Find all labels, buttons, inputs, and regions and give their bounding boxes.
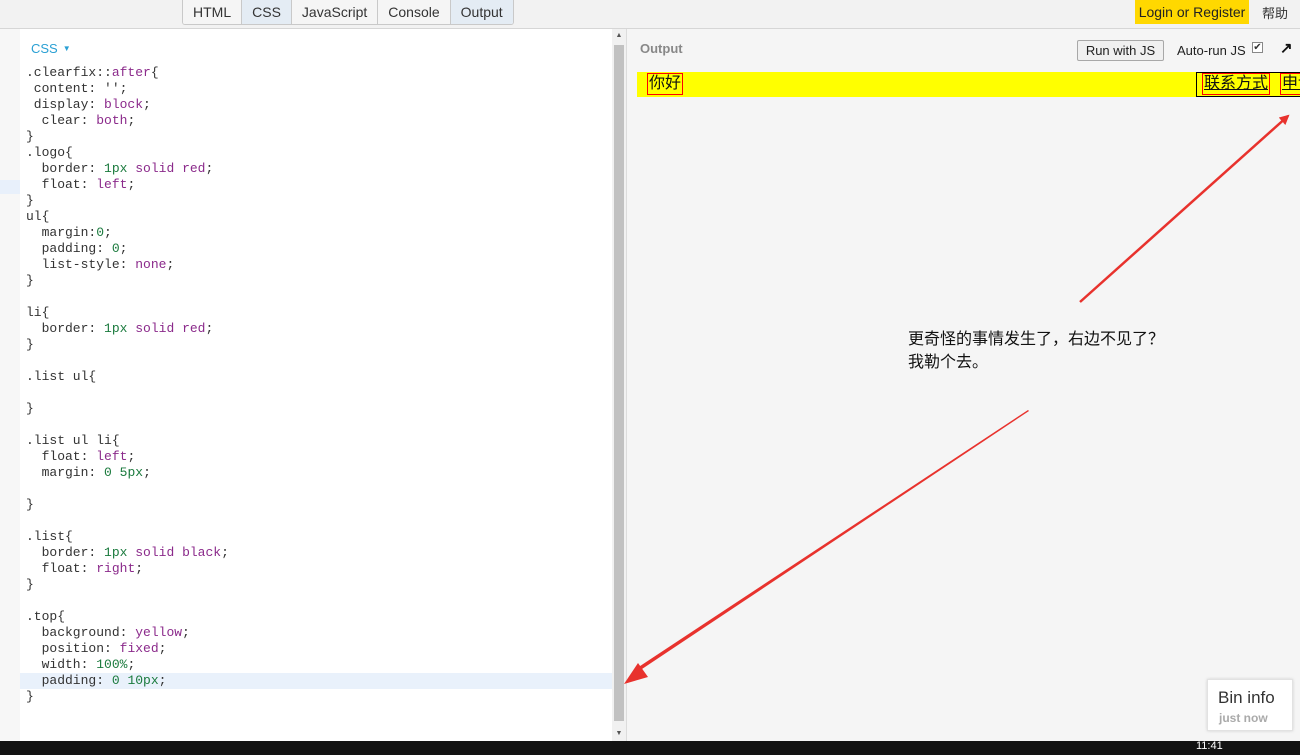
code-line[interactable]: position: fixed; bbox=[20, 641, 612, 657]
login-register-button[interactable]: Login or Register bbox=[1135, 0, 1249, 24]
scroll-thumb[interactable] bbox=[614, 45, 624, 721]
code-line[interactable] bbox=[20, 385, 612, 401]
code-line[interactable]: } bbox=[20, 337, 612, 353]
code-line[interactable]: list-style: none; bbox=[20, 257, 612, 273]
code-line[interactable] bbox=[20, 513, 612, 529]
code-line[interactable]: margin:0; bbox=[20, 225, 612, 241]
code-line[interactable]: .top{ bbox=[20, 609, 612, 625]
code-line[interactable]: background: yellow; bbox=[20, 625, 612, 641]
annotation-text: 更奇怪的事情发生了，右边不见了？ 我勒个去。 bbox=[908, 327, 1164, 373]
code-line[interactable]: } bbox=[20, 401, 612, 417]
code-line[interactable]: display: block; bbox=[20, 97, 612, 113]
tab-html[interactable]: HTML bbox=[183, 0, 243, 24]
preview-logo: 你好 bbox=[647, 73, 684, 95]
gutter-marker bbox=[0, 180, 20, 194]
code-line[interactable]: } bbox=[20, 689, 612, 705]
annotation-line-1: 更奇怪的事情发生了，右边不见了？ bbox=[908, 329, 1165, 348]
code-line[interactable]: width: 100%; bbox=[20, 657, 612, 673]
code-line[interactable]: } bbox=[20, 577, 612, 593]
preview-list-item-apply[interactable]: 申请 bbox=[1280, 73, 1300, 95]
code-line[interactable]: } bbox=[20, 193, 612, 209]
code-line[interactable]: .logo{ bbox=[20, 145, 612, 161]
bin-info-panel[interactable]: Bin info just now bbox=[1207, 679, 1293, 731]
code-line[interactable]: } bbox=[20, 129, 612, 145]
top-toolbar: HTML CSS JavaScript Console Output Login… bbox=[0, 0, 1300, 29]
css-panel-label[interactable]: CSS ▼ bbox=[31, 41, 71, 56]
code-line[interactable]: border: 1px solid red; bbox=[20, 321, 612, 337]
code-line[interactable]: .clearfix::after{ bbox=[20, 65, 612, 81]
code-line[interactable] bbox=[20, 481, 612, 497]
tab-console[interactable]: Console bbox=[378, 0, 451, 24]
code-line[interactable]: float: left; bbox=[20, 449, 612, 465]
code-line[interactable]: .list ul{ bbox=[20, 369, 612, 385]
code-line[interactable]: padding: 0 10px; bbox=[20, 673, 612, 689]
panel-tabs: HTML CSS JavaScript Console Output bbox=[182, 0, 514, 25]
code-line[interactable]: clear: both; bbox=[20, 113, 612, 129]
os-taskbar: 11:41 bbox=[0, 741, 1300, 755]
editor-gutter bbox=[0, 29, 20, 741]
bin-info-title: Bin info bbox=[1218, 688, 1275, 707]
code-line[interactable]: float: right; bbox=[20, 561, 612, 577]
code-line[interactable]: float: left; bbox=[20, 177, 612, 193]
run-with-js-button[interactable]: Run with JS bbox=[1077, 40, 1164, 61]
code-line[interactable] bbox=[20, 289, 612, 305]
scroll-up-arrow-icon[interactable]: ▲ bbox=[612, 29, 626, 43]
dropdown-caret-icon: ▼ bbox=[62, 44, 71, 53]
css-label-text: CSS bbox=[31, 41, 58, 56]
tab-output[interactable]: Output bbox=[450, 0, 513, 24]
taskbar-clock: 11:41 bbox=[1196, 740, 1223, 752]
output-panel-label: Output bbox=[640, 41, 683, 56]
code-line[interactable] bbox=[20, 353, 612, 369]
css-editor-panel: CSS ▼ .clearfix::after{ content: ''; disp… bbox=[0, 29, 612, 741]
help-link[interactable]: 帮助 bbox=[1262, 3, 1288, 22]
tab-javascript[interactable]: JavaScript bbox=[291, 0, 379, 24]
autorun-checkbox[interactable]: ✔ bbox=[1252, 42, 1263, 53]
code-line[interactable] bbox=[20, 593, 612, 609]
code-line[interactable]: } bbox=[20, 497, 612, 513]
code-line[interactable]: .list ul li{ bbox=[20, 433, 612, 449]
code-line[interactable]: content: ''; bbox=[20, 81, 612, 97]
preview-list-item-contact[interactable]: 联系方式 bbox=[1202, 73, 1271, 95]
output-panel: Output Run with JS Auto-run JS ✔ ↗ 你好 联系… bbox=[626, 29, 1300, 741]
code-line[interactable]: .list{ bbox=[20, 529, 612, 545]
code-line[interactable] bbox=[20, 417, 612, 433]
code-line[interactable]: ul{ bbox=[20, 209, 612, 225]
code-line[interactable]: border: 1px solid red; bbox=[20, 161, 612, 177]
annotation-line-2: 我勒个去。 bbox=[908, 352, 989, 371]
code-line[interactable]: li{ bbox=[20, 305, 612, 321]
code-line[interactable]: margin: 0 5px; bbox=[20, 465, 612, 481]
code-editor[interactable]: .clearfix::after{ content: ''; display: … bbox=[20, 65, 612, 705]
scroll-down-arrow-icon[interactable]: ▼ bbox=[612, 727, 626, 741]
preview-top-bar: 你好 联系方式 申请 bbox=[637, 72, 1300, 97]
editor-scrollbar[interactable]: ▲ ▼ bbox=[612, 29, 626, 741]
autorun-label: Auto-run JS bbox=[1177, 43, 1246, 58]
code-line[interactable]: border: 1px solid black; bbox=[20, 545, 612, 561]
popout-arrow-icon[interactable]: ↗ bbox=[1280, 39, 1293, 57]
preview-list: 联系方式 申请 bbox=[1196, 72, 1300, 97]
code-line[interactable]: padding: 0; bbox=[20, 241, 612, 257]
code-line[interactable]: } bbox=[20, 273, 612, 289]
bin-info-subtitle: just now bbox=[1219, 711, 1268, 725]
tab-css[interactable]: CSS bbox=[242, 0, 292, 24]
